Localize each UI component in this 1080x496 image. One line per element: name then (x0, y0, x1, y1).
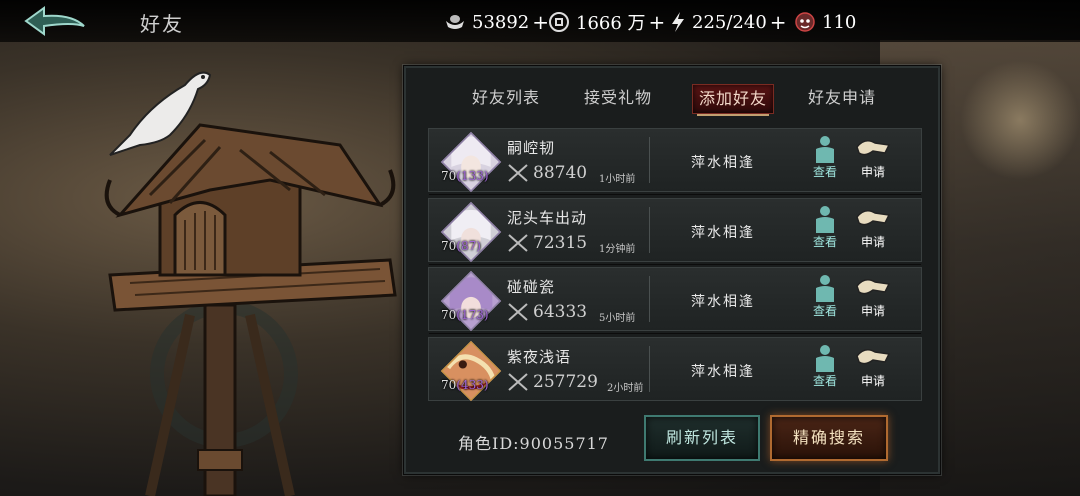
row-divider (429, 263, 921, 265)
divider (649, 276, 650, 322)
add-silver-icon[interactable]: + (532, 10, 549, 34)
apply-button[interactable]: 申请 (855, 344, 891, 394)
player-name: 嗣崆韧 (507, 139, 556, 157)
crossed-swords-icon (508, 303, 528, 321)
divider (649, 345, 650, 392)
background-light (960, 60, 1080, 180)
page-title: 好友 (140, 12, 184, 36)
friends-panel: 好友列表 接受礼物 添加好友 好友申请 70(133) 嗣崆韧 88740 1小… (402, 64, 942, 476)
row-divider (429, 194, 921, 195)
view-button[interactable]: 查看 (807, 274, 843, 324)
add-coin-icon[interactable]: + (649, 10, 666, 34)
handshake-icon (856, 348, 891, 364)
tab-friend-list[interactable]: 好友列表 (472, 84, 540, 112)
apply-button[interactable]: 申请 (855, 205, 891, 255)
person-icon (816, 344, 834, 372)
tab-receive-gifts[interactable]: 接受礼物 (584, 84, 652, 112)
coin-icon (549, 12, 569, 32)
silver-ingot-icon (446, 15, 464, 29)
player-name: 碰碰瓷 (507, 278, 556, 296)
crossed-swords-icon (508, 233, 528, 252)
level-label: 70(87) (441, 238, 481, 253)
apply-button[interactable]: 申请 (855, 135, 891, 185)
level-label: 70(133) (441, 169, 489, 183)
coin-value: 1666 万 (576, 13, 646, 34)
list-item: 70(133) 嗣崆韧 88740 1小时前 萍水相逢 查看 申请 (428, 128, 922, 195)
silver-value: 53892 (472, 11, 530, 33)
last-online: 1分钟前 (599, 243, 636, 255)
birdhouse-illustration (104, 71, 397, 496)
relationship-status: 萍水相逢 (691, 363, 755, 380)
crossed-swords-icon (508, 164, 528, 182)
last-online: 5小时前 (599, 313, 636, 324)
list-item: 70(87) 泥头车出动 72315 1分钟前 萍水相逢 查看 申请 (428, 197, 922, 265)
handshake-icon (856, 279, 891, 295)
refresh-list-button[interactable]: 刷新列表 (644, 415, 760, 461)
tab-friend-requests[interactable]: 好友申请 (808, 84, 876, 112)
row-divider (429, 333, 921, 334)
avatar[interactable] (440, 270, 502, 332)
handshake-icon (856, 140, 891, 156)
level-label: 70(173) (441, 308, 489, 322)
handshake-icon (856, 209, 891, 225)
relationship-status: 萍水相逢 (691, 224, 755, 241)
view-button[interactable]: 查看 (807, 205, 843, 255)
combat-power: 72315 (507, 233, 587, 253)
add-stamina-icon[interactable]: + (770, 10, 787, 34)
view-button[interactable]: 查看 (807, 344, 843, 394)
back-arrow-icon[interactable] (22, 4, 88, 38)
avatar[interactable] (440, 131, 502, 193)
mask-resource: 110 (794, 9, 856, 35)
role-id-label: 角色ID:90055717 (458, 434, 609, 453)
person-icon (816, 275, 834, 302)
lightning-icon (672, 12, 684, 32)
player-name: 紫夜浅语 (507, 347, 572, 366)
person-icon (816, 205, 834, 233)
player-list: 70(133) 嗣崆韧 88740 1小时前 萍水相逢 查看 申请 70(87)… (428, 128, 922, 406)
tab-add-friend[interactable]: 添加好友 (692, 84, 775, 116)
person-icon (816, 136, 834, 163)
combat-power: 257729 (507, 372, 598, 392)
divider (649, 137, 650, 183)
list-item: 70(173) 碰碰瓷 64333 5小时前 萍水相逢 查看 申请 (428, 267, 922, 334)
relationship-status: 萍水相逢 (691, 155, 755, 171)
silver-resource: 53892 + (444, 9, 549, 35)
mask-value: 110 (822, 11, 857, 33)
coin-resource: 1666 万 + (548, 9, 665, 35)
divider (649, 206, 650, 253)
relationship-status: 萍水相逢 (691, 294, 755, 310)
last-online: 1小时前 (599, 174, 636, 185)
last-online: 2小时前 (607, 382, 644, 394)
view-button[interactable]: 查看 (807, 135, 843, 185)
combat-power: 64333 (507, 302, 587, 322)
tab-bar: 好友列表 接受礼物 添加好友 好友申请 (406, 68, 938, 124)
combat-power: 88740 (507, 163, 587, 183)
stamina-value: 225/240 (692, 11, 767, 33)
list-item: 70(433) 紫夜浅语 257729 2小时前 萍水相逢 查看 申请 (428, 336, 922, 401)
top-bar: 好友 53892 + 1666 万 + 225/240 + 110 (0, 0, 1080, 42)
crossed-swords-icon (508, 372, 528, 391)
apply-button[interactable]: 申请 (855, 274, 891, 324)
level-label: 70(433) (441, 377, 489, 392)
demon-mask-icon (795, 12, 815, 32)
stamina-resource: 225/240 + (670, 9, 787, 35)
player-name: 泥头车出动 (507, 208, 588, 227)
exact-search-button[interactable]: 精确搜索 (770, 415, 888, 461)
